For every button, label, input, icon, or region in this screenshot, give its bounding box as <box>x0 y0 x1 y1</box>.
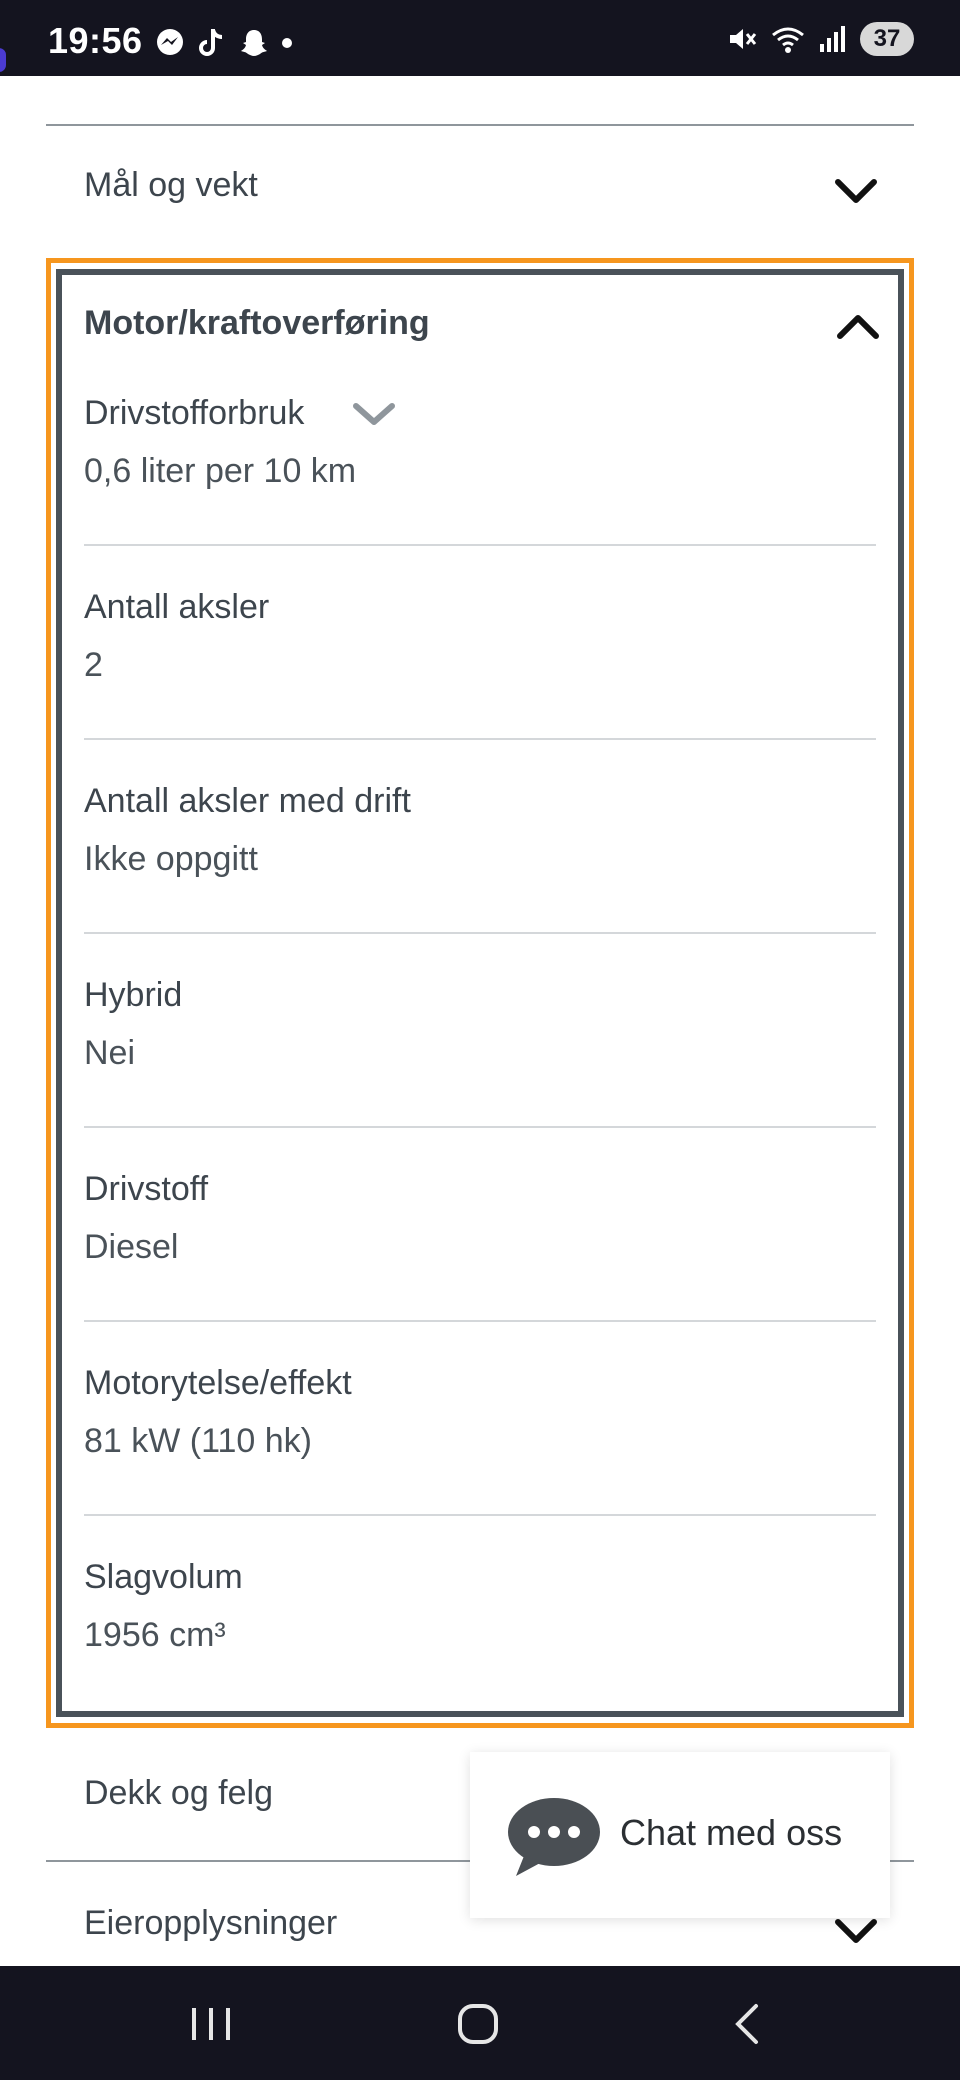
accordion-title: Mål og vekt <box>84 166 258 204</box>
spec-label-fuel-consumption: Drivstofforbruk <box>84 394 305 432</box>
spec-divider <box>84 1514 876 1516</box>
spec-value-driven-axles: Ikke oppgitt <box>84 840 258 878</box>
spec-divider <box>84 544 876 546</box>
notification-icons <box>154 26 294 60</box>
accordion-title: Dekk og felg <box>84 1774 273 1812</box>
snapchat-icon <box>241 30 267 56</box>
battery-icon: 37 <box>860 22 914 56</box>
chat-bubble-icon <box>508 1798 600 1876</box>
spec-divider <box>84 1320 876 1322</box>
spec-value-fuel: Diesel <box>84 1228 179 1266</box>
spec-divider <box>84 932 876 934</box>
tiktok-icon <box>199 29 223 56</box>
spec-label-engine-power: Motorytelse/effekt <box>84 1364 352 1402</box>
accordion-title-motor[interactable]: Motor/kraftoverføring <box>84 304 684 343</box>
spec-divider <box>84 1126 876 1128</box>
system-navigation-bar <box>0 1966 960 2080</box>
accordion-mal-og-vekt[interactable]: Mål og vekt <box>46 126 914 256</box>
spec-label-displacement: Slagvolum <box>84 1558 243 1596</box>
spec-label-driven-axles: Antall aksler med drift <box>84 782 411 820</box>
screen-edge-indicator <box>0 48 6 72</box>
mute-icon <box>730 29 757 49</box>
chevron-down-icon <box>835 179 877 203</box>
spec-value-axles: 2 <box>84 646 103 684</box>
dot-icon <box>282 38 292 48</box>
accordion-title: Eieropplysninger <box>84 1904 338 1942</box>
chevron-up-icon[interactable] <box>836 312 880 340</box>
chevron-down-icon <box>835 1919 877 1943</box>
spec-label-axles: Antall aksler <box>84 588 270 626</box>
info-chevron-icon[interactable] <box>352 402 396 428</box>
messenger-icon <box>157 29 183 55</box>
status-time: 19:56 <box>48 20 143 61</box>
chat-widget-button[interactable]: Chat med oss <box>470 1752 890 1918</box>
spec-value-hybrid: Nei <box>84 1034 136 1072</box>
recent-apps-icon[interactable] <box>188 2004 234 2044</box>
vehicle-info-page: Mål og vekt Motor/kraftoverføring Drivst… <box>0 76 960 1966</box>
back-icon[interactable] <box>730 2002 764 2046</box>
system-icons: 37 <box>726 22 914 56</box>
spec-value-displacement: 1956 cm³ <box>84 1616 226 1654</box>
spec-label-fuel: Drivstoff <box>84 1170 209 1208</box>
spec-value-engine-power: 81 kW (110 hk) <box>84 1422 313 1460</box>
spec-value-fuel-consumption: 0,6 liter per 10 km <box>84 452 357 490</box>
home-icon[interactable] <box>456 2002 500 2046</box>
chat-label: Chat med oss <box>620 1812 843 1853</box>
spec-label-hybrid: Hybrid <box>84 976 183 1014</box>
wifi-icon <box>772 27 804 53</box>
signal-icon <box>820 26 845 52</box>
status-bar: 19:56 37 <box>0 0 960 76</box>
spec-divider <box>84 738 876 740</box>
